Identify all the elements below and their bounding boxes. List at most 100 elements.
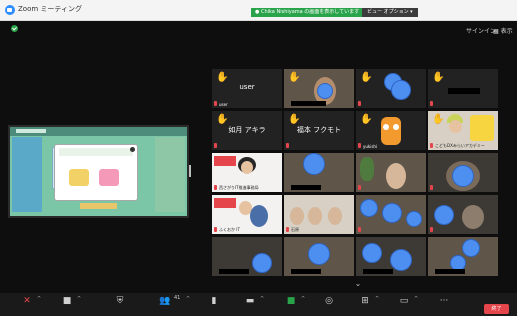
face-mask-icon <box>452 165 474 187</box>
microphone-muted-icon[interactable]: ✕ <box>20 295 34 307</box>
breakout-rooms-icon[interactable]: ⊞ <box>358 295 372 307</box>
raise-hand-icon: ✋ <box>360 114 373 125</box>
name-bar <box>291 101 326 106</box>
participant-video <box>462 205 484 229</box>
face-mask-icon <box>252 253 272 273</box>
participants-icon[interactable]: 👥 <box>158 295 172 307</box>
shared-screen[interactable] <box>8 125 189 218</box>
shield-icon[interactable]: ⛨ <box>113 295 127 307</box>
chevron-up-icon[interactable]: ^ <box>37 296 41 302</box>
video-tile[interactable]: ✋ 如月 アキラ <box>212 111 282 150</box>
video-tile[interactable] <box>284 153 354 192</box>
video-tile[interactable] <box>428 195 498 234</box>
participant-tag: 西さがりIT推進事務局 <box>219 185 259 190</box>
chevron-up-icon[interactable]: ^ <box>186 296 190 302</box>
participant-tag: user <box>219 102 228 107</box>
zoom-window: Zoom ミーティング ● Chika Nishiyama の画面を表示していま… <box>0 0 517 316</box>
video-tile[interactable]: ✋ こどもDXみらいアカデミー <box>428 111 498 150</box>
meeting-toolbar: ✕ ^ ■ ^ ⛨ 👥 41 ^ ▮ ▬ ^ ■ ^ ◎ ⊞ ^ ▭ ^ ···… <box>0 293 517 316</box>
chevron-up-icon[interactable]: ^ <box>301 296 305 302</box>
video-tile[interactable]: ふくおか IT <box>212 195 282 234</box>
video-tile[interactable] <box>356 195 426 234</box>
muted-mic-icon <box>358 101 361 106</box>
split-resize-handle[interactable] <box>189 165 191 177</box>
video-tile[interactable]: ✋ yukishi <box>356 111 426 150</box>
share-screen-icon[interactable]: ■ <box>284 295 298 307</box>
chevron-up-icon[interactable]: ^ <box>260 296 264 302</box>
gallery-next-page-chevron-icon[interactable]: ⌄ <box>352 279 364 288</box>
video-tile[interactable]: ✋ <box>356 69 426 108</box>
video-tile[interactable]: ✋ 福本 フクモト <box>284 111 354 150</box>
background-plant <box>360 157 374 181</box>
record-icon[interactable]: ◎ <box>322 295 336 307</box>
security-shield-icon[interactable] <box>11 25 18 32</box>
video-tile[interactable] <box>356 237 426 276</box>
muted-mic-icon <box>358 227 361 232</box>
shared-dialog-close-icon <box>130 147 135 152</box>
participant-video <box>308 207 322 225</box>
chat-icon[interactable]: ▬ <box>243 295 257 307</box>
raise-hand-icon: ✋ <box>360 72 373 83</box>
signin-link[interactable]: サインイン <box>466 26 496 35</box>
shared-left-strip <box>12 137 42 212</box>
video-tile[interactable] <box>356 153 426 192</box>
mascot-card <box>470 115 494 141</box>
video-tile[interactable]: 石原 <box>284 195 354 234</box>
polls-icon[interactable]: ▮ <box>207 295 221 307</box>
raise-hand-icon: ✋ <box>288 72 301 83</box>
participant-tag: yukishi <box>363 144 378 149</box>
muted-mic-icon <box>286 227 289 232</box>
raise-hand-icon: ✋ <box>216 114 229 125</box>
muted-mic-icon <box>430 101 433 106</box>
face-mask-icon <box>406 211 422 227</box>
participant-video <box>241 161 253 174</box>
name-bar <box>291 185 321 190</box>
poster-logo <box>214 156 236 166</box>
video-tile[interactable] <box>212 237 282 276</box>
chevron-up-icon[interactable]: ^ <box>414 296 418 302</box>
participant-tag: こどもDXみらいアカデミー <box>435 143 485 148</box>
video-tile[interactable]: ✋ <box>428 69 498 108</box>
shared-browser-bar <box>10 127 187 136</box>
name-bar <box>291 269 321 274</box>
zoom-logo-icon <box>5 5 15 15</box>
window-title: Zoom ミーティング <box>18 5 82 13</box>
face-mask-icon <box>308 243 330 265</box>
participant-name: user <box>239 83 255 91</box>
muted-mic-icon <box>430 143 433 148</box>
participant-video <box>449 120 462 133</box>
reactions-icon[interactable]: ▭ <box>397 295 411 307</box>
muted-mic-icon <box>214 185 217 190</box>
title-bar: Zoom ミーティング ● Chika Nishiyama の画面を表示していま… <box>0 0 517 21</box>
participant-video <box>328 207 342 225</box>
raise-hand-icon: ✋ <box>288 114 301 125</box>
video-tile[interactable]: ✋ <box>284 69 354 108</box>
raise-hand-icon: ✋ <box>432 114 445 125</box>
participant-name: 如月 アキラ <box>228 126 266 134</box>
muted-mic-icon <box>286 143 289 148</box>
chevron-up-icon[interactable]: ^ <box>375 296 379 302</box>
face-mask-icon <box>462 239 480 257</box>
video-tile[interactable]: 西さがりIT推進事務局 <box>212 153 282 192</box>
chevron-up-icon[interactable]: ^ <box>77 296 81 302</box>
shared-dialog-option-1 <box>69 169 89 186</box>
muted-mic-icon <box>214 143 217 148</box>
video-tile[interactable]: ✋ user user <box>212 69 282 108</box>
video-tile[interactable] <box>428 237 498 276</box>
muted-mic-icon <box>430 185 433 190</box>
name-bar <box>363 269 393 274</box>
end-meeting-button[interactable]: 終了 <box>484 304 509 314</box>
video-camera-icon[interactable]: ■ <box>60 295 74 307</box>
face-mask-icon <box>391 80 411 100</box>
video-tile[interactable] <box>284 237 354 276</box>
participant-tag: ふくおか IT <box>219 227 240 232</box>
view-button[interactable]: ▦ 表示 <box>493 26 513 35</box>
view-options-button[interactable]: ビュー オプション ▾ <box>362 8 418 17</box>
video-tile[interactable] <box>428 153 498 192</box>
muted-mic-icon <box>430 227 433 232</box>
more-icon[interactable]: ··· <box>437 295 451 307</box>
video-gallery: ✋ user user ✋ ✋ ✋ ✋ 如月 アキラ ✋ 福本 フクモト ✋ y… <box>212 69 502 276</box>
shared-dialog-option-2 <box>99 169 119 186</box>
participant-name: 福本 フクモト <box>296 126 342 134</box>
participants-count: 41 <box>174 295 181 301</box>
